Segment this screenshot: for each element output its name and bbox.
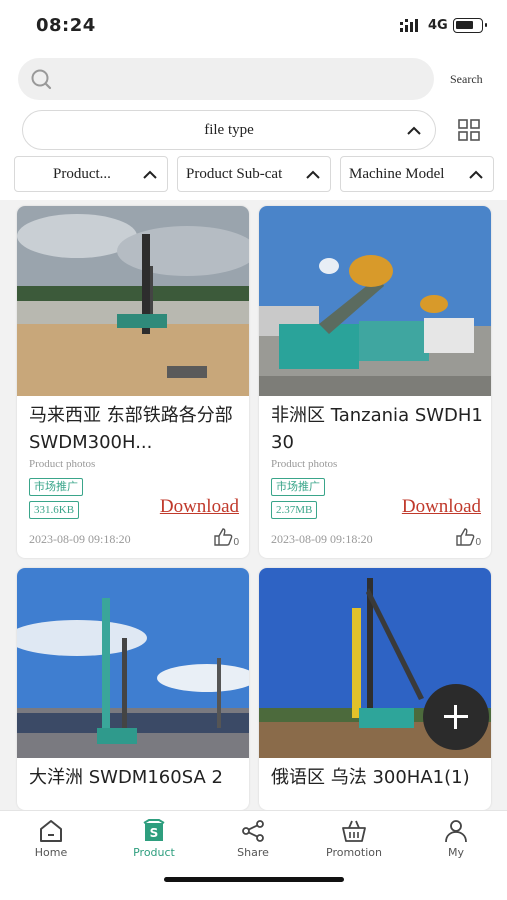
product-icon: S [143, 819, 165, 841]
tab-product[interactable]: S Product [114, 819, 194, 867]
product-title: 俄语区 乌法 300HA1(1) [271, 767, 470, 788]
product-photo[interactable] [17, 568, 249, 758]
product-title: 马来西亚 东部铁路各分部 SWDM300H... [29, 405, 233, 453]
thumbs-up-icon[interactable] [455, 528, 475, 546]
search-bar[interactable] [18, 58, 434, 100]
bottom-tab-bar: Home S Product Share Promotion My [0, 810, 507, 900]
chevron-up-icon [407, 126, 421, 135]
product-category: Product photos [29, 458, 96, 470]
product-category: Product photos [271, 458, 338, 470]
network-label: 4G [428, 18, 448, 33]
tab-label: Product [133, 846, 175, 859]
product-subcategory-label: Product Sub-cat [186, 166, 283, 182]
user-icon [445, 820, 467, 843]
machine-model-label: Machine Model [349, 166, 445, 182]
svg-text:S: S [150, 826, 159, 840]
tab-label: Home [34, 846, 68, 859]
upload-date: 2023-08-09 09:18:20 [271, 532, 373, 546]
file-type-label: file type [204, 122, 254, 138]
upload-date: 2023-08-09 09:18:20 [29, 532, 131, 546]
status-time: 08:24 [36, 15, 96, 36]
chevron-up-icon [143, 170, 157, 179]
product-card[interactable]: 大洋洲 SWDM160SA 2 [17, 568, 249, 810]
signal-icon [400, 19, 418, 32]
home-icon [40, 820, 62, 842]
tab-share[interactable]: Share [213, 819, 293, 867]
product-tag: 市场推广 [29, 478, 83, 496]
product-subcategory-dropdown[interactable]: Product Sub-cat [177, 156, 331, 192]
grid-view-icon[interactable] [458, 119, 480, 141]
battery-icon [453, 18, 487, 33]
search-icon [31, 69, 52, 90]
tab-label: Share [237, 846, 269, 859]
thumbs-up-icon[interactable] [213, 528, 233, 546]
file-size-badge: 2.37MB [271, 501, 318, 519]
chevron-up-icon [306, 170, 320, 179]
home-indicator [164, 877, 344, 882]
search-button[interactable]: Search [450, 72, 483, 87]
file-size-badge: 331.6KB [29, 501, 80, 519]
basket-icon [342, 820, 366, 842]
machine-model-dropdown[interactable]: Machine Model [340, 156, 494, 192]
product-tag: 市场推广 [271, 478, 325, 496]
product-photo[interactable] [17, 206, 249, 396]
tab-promotion[interactable]: Promotion [314, 819, 394, 867]
product-category-label: Product... [53, 166, 111, 182]
tab-home[interactable]: Home [11, 819, 91, 867]
product-photo[interactable] [259, 206, 491, 396]
tab-label: Promotion [326, 846, 382, 859]
add-button[interactable] [423, 684, 489, 750]
product-title: 非洲区 Tanzania SWDH130 [271, 405, 483, 453]
status-bar: 08:24 4G [0, 0, 507, 50]
filter-header: Search file type Product... Product Sub-… [0, 50, 507, 200]
chevron-up-icon [469, 170, 483, 179]
like-count: 0 [233, 537, 239, 548]
search-input[interactable] [66, 68, 416, 90]
like-count: 0 [475, 537, 481, 548]
product-card[interactable]: 马来西亚 东部铁路各分部 SWDM300H... Product photos … [17, 206, 249, 558]
download-link[interactable]: Download [402, 496, 481, 518]
tab-label: My [447, 846, 464, 859]
file-type-select[interactable]: file type [22, 110, 436, 150]
product-category-dropdown[interactable]: Product... [14, 156, 168, 192]
download-link[interactable]: Download [160, 496, 239, 518]
product-card[interactable]: 非洲区 Tanzania SWDH130 Product photos 市场推广… [259, 206, 491, 558]
share-icon [242, 820, 264, 842]
product-title: 大洋洲 SWDM160SA 2 [29, 767, 223, 788]
tab-my[interactable]: My [416, 819, 496, 867]
